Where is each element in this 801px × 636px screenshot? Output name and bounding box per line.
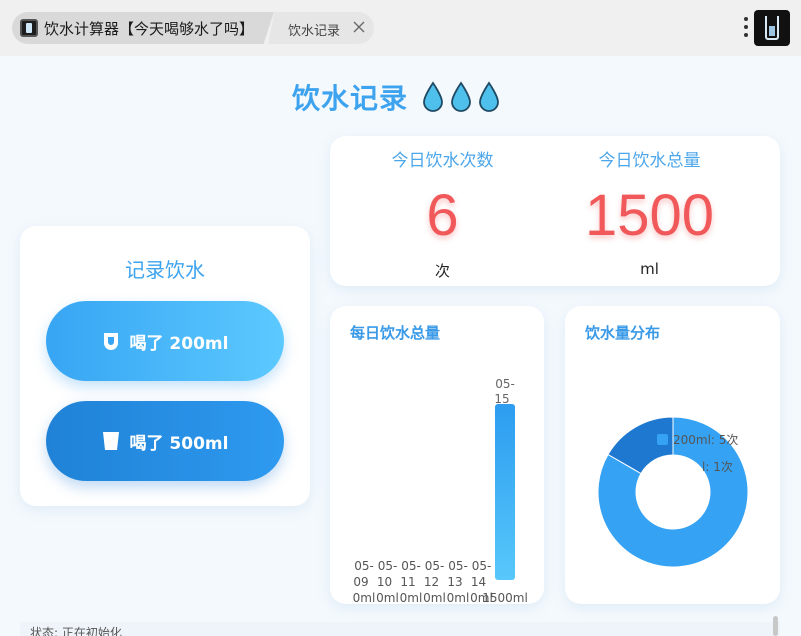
drink-200-button[interactable]: 喝了 200ml (46, 301, 284, 381)
more-options-icon[interactable] (743, 17, 749, 39)
bar-value-label: 1500ml (482, 591, 528, 604)
tab-water-calculator[interactable]: 饮水计算器【今天喝够水了吗】 (12, 12, 274, 44)
stat-count-value: 6 (426, 183, 459, 248)
water-drop-icon (451, 81, 471, 112)
bar-category-label: 13 (447, 575, 462, 589)
stat-count-unit: 次 (434, 262, 450, 280)
record-title: 记录饮水 (125, 258, 205, 282)
legend-label: l: 1次 (702, 460, 733, 474)
bar-category-label: 05- (378, 559, 398, 573)
bar-category-label: 10 (377, 575, 392, 589)
legend-label: 200ml: 5次 (673, 433, 738, 447)
tab-label: 饮水记录 (288, 24, 341, 39)
stat-count: 今日饮水次数 6 次 (330, 136, 555, 286)
stat-total-label: 今日饮水总量 (598, 151, 701, 171)
bar-category-label: 05- (425, 559, 445, 573)
bar-category-label: 05- (448, 559, 468, 573)
scrollbar[interactable] (773, 616, 778, 636)
stat-count-label: 今日饮水次数 (391, 151, 494, 171)
tab-title: 饮水计算器【今天喝够水了吗】 (44, 20, 255, 38)
bar-category-label: 05- (472, 559, 492, 573)
small-cup-icon (103, 333, 118, 350)
record-card: 记录饮水 喝了 200ml 喝了 500ml (20, 226, 310, 506)
bar-05-15[interactable] (495, 404, 515, 580)
legend-swatch (657, 434, 668, 445)
bar-value-label: 0ml (353, 591, 376, 604)
bar-value-label: 0ml (376, 591, 399, 604)
bar-value-label: 0ml (400, 591, 423, 604)
water-drop-icon (423, 81, 443, 112)
pie-chart: 200ml: 5次 l: 1次 (597, 416, 749, 568)
status-bar: 状态: 正在初始化 (20, 622, 780, 636)
app-icon (20, 19, 38, 37)
tab-water-record[interactable]: 饮水记录 (268, 12, 374, 44)
daily-total-chart-card: 每日饮水总量 05- 09 0ml 05- 10 0ml 05- 11 0ml 05- 12 0ml 0… (330, 306, 544, 604)
drink-200-label: 喝了 200ml (129, 333, 229, 354)
large-cup-icon (102, 432, 119, 450)
bar-chart: 05-090ml05-100ml05-110ml05-120ml05-130ml… (353, 377, 528, 604)
distribution-chart-card: 饮水量分布 200ml: 5次 l: 1次 (565, 306, 780, 604)
avatar[interactable] (754, 10, 790, 46)
page-title-text: 饮水记录 (292, 82, 409, 115)
bar-category-label: 12 (424, 575, 439, 589)
bar-value-label: 0ml (423, 591, 446, 604)
stat-total-unit: ml (640, 260, 659, 278)
bar-category-label: 09 (353, 575, 368, 589)
page-title: 饮水记录 (292, 78, 500, 116)
title-bar: 饮水计算器【今天喝够水了吗】 饮水记录 (0, 0, 801, 56)
status-text: 状态: 正在初始化 (30, 626, 122, 636)
stats-card: 今日饮水次数 6 次 今日饮水总量 1500 ml (330, 136, 780, 286)
close-icon[interactable] (352, 20, 366, 34)
bar-category-label: 05- (401, 559, 421, 573)
bar-top-label: 15 (494, 392, 509, 406)
bar-value-label: 0ml (447, 591, 470, 604)
bar-category-label: 14 (471, 575, 486, 589)
bar-top-label: 05- (495, 377, 515, 391)
water-drop-icon (479, 81, 499, 112)
drink-500-label: 喝了 500ml (129, 433, 229, 454)
bar-category-label: 11 (400, 575, 415, 589)
stat-total-value: 1500 (584, 183, 715, 248)
drink-500-button[interactable]: 喝了 500ml (46, 401, 284, 481)
stat-total: 今日饮水总量 1500 ml (537, 136, 762, 286)
bar-category-label: 05- (354, 559, 374, 573)
